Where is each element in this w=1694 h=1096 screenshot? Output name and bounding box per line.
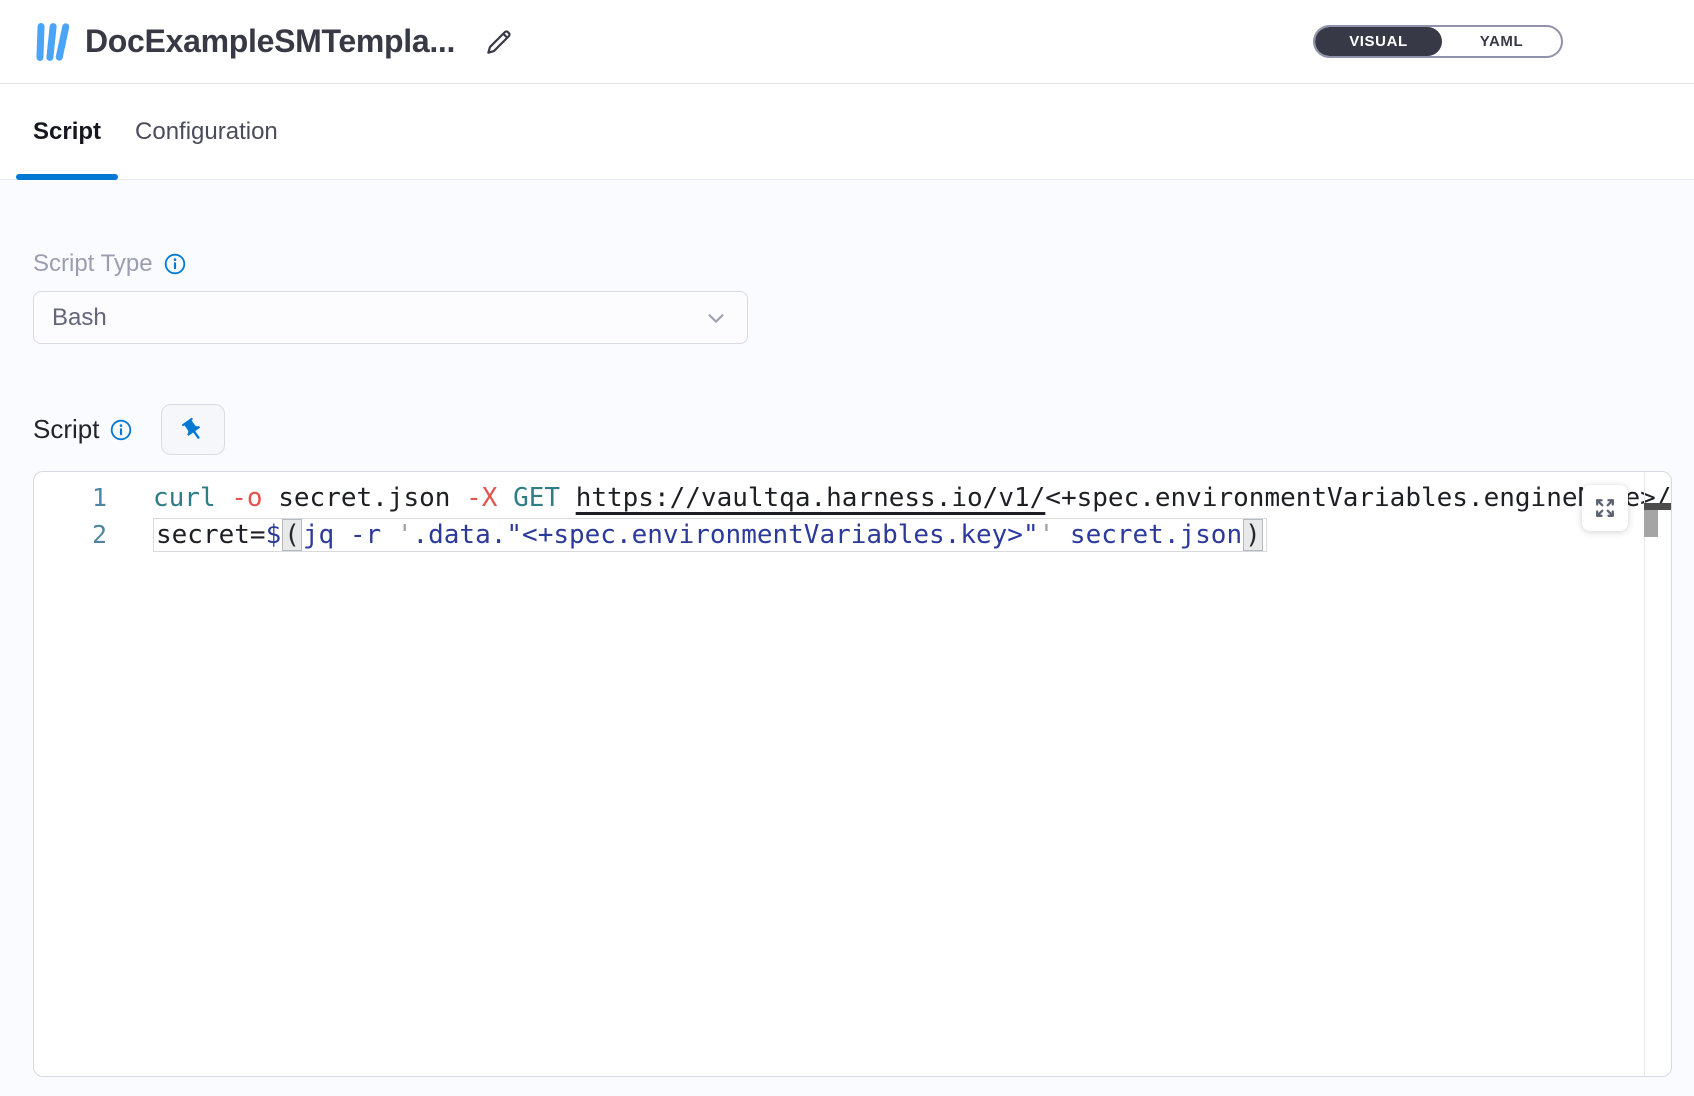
- edit-title-button[interactable]: [483, 26, 515, 58]
- pin-button[interactable]: [161, 404, 225, 455]
- scrollbar-thumb[interactable]: [1644, 510, 1658, 537]
- line-number: 2: [34, 520, 107, 549]
- info-icon[interactable]: [109, 418, 133, 442]
- page-title: DocExampleSMTempla...: [85, 23, 455, 60]
- chevron-down-icon: [705, 307, 727, 329]
- scrollbar-marker: [1644, 503, 1671, 510]
- script-type-value: Bash: [52, 304, 107, 332]
- template-library-icon: [33, 20, 73, 64]
- scrollbar[interactable]: [1644, 472, 1671, 1076]
- expand-button[interactable]: [1582, 485, 1628, 531]
- code-line[interactable]: 1 curl -o secret.json -X GET https://vaul…: [34, 479, 1671, 516]
- main-content: Script Type Bash Script: [0, 180, 1694, 1096]
- pin-icon: [180, 417, 206, 443]
- code-content[interactable]: secret=$(jq -r '.data."<+spec.environmen…: [153, 518, 1267, 552]
- pencil-icon: [483, 26, 515, 58]
- toggle-visual[interactable]: VISUAL: [1315, 27, 1442, 56]
- expand-icon: [1592, 495, 1618, 521]
- script-label: Script: [33, 414, 99, 445]
- toggle-yaml[interactable]: YAML: [1442, 27, 1561, 56]
- info-icon[interactable]: [163, 252, 187, 276]
- code-lines: 1 curl -o secret.json -X GET https://vaul…: [34, 479, 1671, 553]
- code-line[interactable]: 2 secret=$(jq -r '.data."<+spec.environme…: [34, 516, 1671, 553]
- code-editor[interactable]: 1 curl -o secret.json -X GET https://vaul…: [33, 471, 1672, 1077]
- script-type-select[interactable]: Bash: [33, 291, 748, 344]
- tab-script[interactable]: Script: [16, 84, 118, 179]
- header: DocExampleSMTempla... VISUAL YAML: [0, 0, 1694, 84]
- script-label-row: Script: [33, 404, 1694, 455]
- tab-configuration[interactable]: Configuration: [118, 84, 295, 179]
- script-type-label: Script Type: [33, 250, 153, 278]
- script-type-label-row: Script Type: [33, 250, 1694, 278]
- mode-toggle: VISUAL YAML: [1313, 25, 1563, 58]
- tab-bar: Script Configuration: [0, 84, 1694, 180]
- code-content[interactable]: curl -o secret.json -X GET https://vault…: [153, 483, 1671, 513]
- line-number: 1: [34, 483, 107, 512]
